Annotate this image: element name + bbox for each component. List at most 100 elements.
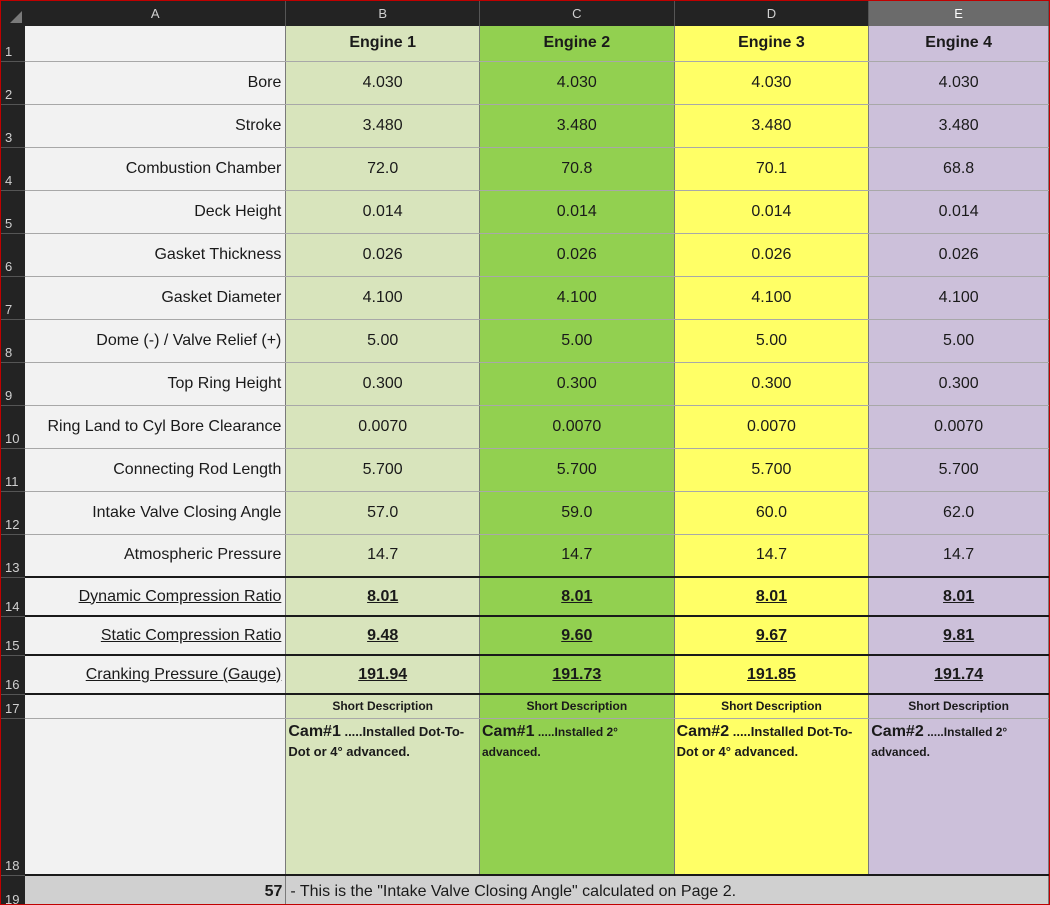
engine-4-result[interactable]: 9.81: [868, 615, 1049, 656]
column-header-b[interactable]: B: [285, 1, 480, 26]
engine-3-value[interactable]: 4.100: [674, 276, 870, 320]
engine-4-value[interactable]: 4.100: [868, 276, 1049, 320]
engine-1-header[interactable]: Engine 1: [285, 26, 480, 62]
row-header[interactable]: 1: [1, 26, 25, 62]
row-header[interactable]: 15: [1, 616, 25, 656]
engine-4-value[interactable]: 5.00: [868, 319, 1049, 363]
engine-4-value[interactable]: 0.300: [868, 362, 1049, 406]
result-label[interactable]: Cranking Pressure (Gauge): [24, 654, 287, 695]
cell-a17[interactable]: [24, 693, 287, 719]
ivc-angle-value[interactable]: 57: [24, 874, 287, 904]
row-header[interactable]: 9: [1, 362, 25, 406]
row-header[interactable]: 13: [1, 534, 25, 578]
row-header[interactable]: 18: [1, 718, 25, 876]
engine-4-value[interactable]: 5.700: [868, 448, 1049, 492]
engine-3-value[interactable]: 3.480: [674, 104, 870, 148]
engine-3-header[interactable]: Engine 3: [674, 26, 870, 62]
engine-2-value[interactable]: 14.7: [479, 534, 675, 578]
engine-4-value[interactable]: 0.014: [868, 190, 1049, 234]
column-header-d[interactable]: D: [674, 1, 870, 26]
engine-1-value[interactable]: 4.030: [285, 61, 480, 105]
cell-a1[interactable]: [24, 26, 287, 62]
param-label[interactable]: Top Ring Height: [24, 362, 287, 406]
result-label[interactable]: Dynamic Compression Ratio: [24, 576, 287, 617]
engine-1-value[interactable]: 57.0: [285, 491, 480, 535]
engine-3-result[interactable]: 8.01: [674, 576, 870, 617]
engine-4-value[interactable]: 62.0: [868, 491, 1049, 535]
engine-4-description[interactable]: Cam#2 .....Installed 2° advanced.: [868, 718, 1049, 876]
engine-1-value[interactable]: 5.00: [285, 319, 480, 363]
row-header[interactable]: 7: [1, 276, 25, 320]
engine-3-value[interactable]: 5.00: [674, 319, 870, 363]
short-description-label[interactable]: Short Description: [674, 693, 870, 719]
engine-4-value[interactable]: 14.7: [868, 534, 1049, 578]
engine-2-value[interactable]: 0.026: [479, 233, 675, 277]
engine-1-result[interactable]: 9.48: [285, 615, 480, 656]
row-header[interactable]: 10: [1, 405, 25, 449]
engine-2-value[interactable]: 0.0070: [479, 405, 675, 449]
engine-2-result[interactable]: 9.60: [479, 615, 675, 656]
engine-1-value[interactable]: 72.0: [285, 147, 480, 191]
row-header[interactable]: 11: [1, 448, 25, 492]
row-header[interactable]: 6: [1, 233, 25, 277]
short-description-label[interactable]: Short Description: [479, 693, 675, 719]
row-header[interactable]: 17: [1, 694, 25, 719]
engine-3-value[interactable]: 0.014: [674, 190, 870, 234]
short-description-label[interactable]: Short Description: [285, 693, 480, 719]
short-description-label[interactable]: Short Description: [868, 693, 1049, 719]
engine-1-value[interactable]: 5.700: [285, 448, 480, 492]
engine-1-value[interactable]: 0.026: [285, 233, 480, 277]
engine-4-result[interactable]: 191.74: [868, 654, 1049, 695]
engine-1-value[interactable]: 14.7: [285, 534, 480, 578]
engine-4-value[interactable]: 4.030: [868, 61, 1049, 105]
row-header[interactable]: 16: [1, 655, 25, 695]
engine-4-value[interactable]: 68.8: [868, 147, 1049, 191]
engine-2-value[interactable]: 3.480: [479, 104, 675, 148]
param-label[interactable]: Gasket Thickness: [24, 233, 287, 277]
param-label[interactable]: Dome (-) / Valve Relief (+): [24, 319, 287, 363]
engine-4-value[interactable]: 0.0070: [868, 405, 1049, 449]
column-header-a[interactable]: A: [24, 1, 287, 26]
engine-2-result[interactable]: 8.01: [479, 576, 675, 617]
result-label[interactable]: Static Compression Ratio: [24, 615, 287, 656]
row-header[interactable]: 4: [1, 147, 25, 191]
engine-4-value[interactable]: 3.480: [868, 104, 1049, 148]
engine-2-value[interactable]: 5.700: [479, 448, 675, 492]
engine-3-value[interactable]: 0.026: [674, 233, 870, 277]
engine-2-description[interactable]: Cam#1 .....Installed 2° advanced.: [479, 718, 675, 876]
column-header-c[interactable]: C: [479, 1, 675, 26]
param-label[interactable]: Ring Land to Cyl Bore Clearance: [24, 405, 287, 449]
param-label[interactable]: Bore: [24, 61, 287, 105]
engine-2-result[interactable]: 191.73: [479, 654, 675, 695]
engine-3-value[interactable]: 5.700: [674, 448, 870, 492]
engine-2-value[interactable]: 5.00: [479, 319, 675, 363]
engine-3-value[interactable]: 14.7: [674, 534, 870, 578]
engine-1-result[interactable]: 191.94: [285, 654, 480, 695]
param-label[interactable]: Atmospheric Pressure: [24, 534, 287, 578]
engine-2-value[interactable]: 4.100: [479, 276, 675, 320]
param-label[interactable]: Intake Valve Closing Angle: [24, 491, 287, 535]
engine-2-value[interactable]: 4.030: [479, 61, 675, 105]
engine-3-value[interactable]: 4.030: [674, 61, 870, 105]
param-label[interactable]: Gasket Diameter: [24, 276, 287, 320]
engine-3-result[interactable]: 9.67: [674, 615, 870, 656]
row-header[interactable]: 5: [1, 190, 25, 234]
engine-3-value[interactable]: 0.0070: [674, 405, 870, 449]
engine-3-result[interactable]: 191.85: [674, 654, 870, 695]
engine-2-header[interactable]: Engine 2: [479, 26, 675, 62]
column-header-e[interactable]: E: [868, 1, 1049, 26]
ivc-angle-note[interactable]: - This is the "Intake Valve Closing Angl…: [285, 874, 1049, 904]
engine-3-description[interactable]: Cam#2 .....Installed Dot-To-Dot or 4° ad…: [674, 718, 870, 876]
cell-a18[interactable]: [24, 718, 287, 876]
engine-1-value[interactable]: 0.014: [285, 190, 480, 234]
engine-2-value[interactable]: 0.014: [479, 190, 675, 234]
param-label[interactable]: Stroke: [24, 104, 287, 148]
engine-4-header[interactable]: Engine 4: [868, 26, 1049, 62]
select-all-corner[interactable]: [1, 1, 25, 26]
engine-1-value[interactable]: 3.480: [285, 104, 480, 148]
row-header[interactable]: 14: [1, 577, 25, 617]
engine-3-value[interactable]: 60.0: [674, 491, 870, 535]
engine-3-value[interactable]: 0.300: [674, 362, 870, 406]
engine-4-value[interactable]: 0.026: [868, 233, 1049, 277]
row-header[interactable]: 2: [1, 61, 25, 105]
